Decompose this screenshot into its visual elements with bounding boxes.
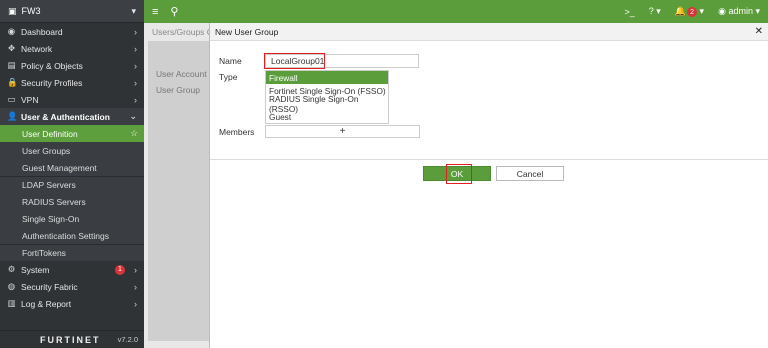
chevron-down-icon[interactable]: ▾ bbox=[131, 6, 136, 17]
sidebar: ▣ FW3 ▾ ◉ Dashboard › ✥ Network › ▤ Policy … bbox=[0, 0, 144, 348]
type-label: Type bbox=[219, 72, 238, 82]
notifications-button[interactable]: 🔔 2 ▾ bbox=[675, 6, 704, 18]
help-icon[interactable]: ? ▾ bbox=[649, 6, 661, 17]
sidebar-item-policy-objects[interactable]: ▤ Policy & Objects › bbox=[0, 57, 144, 74]
chevron-right-icon: › bbox=[134, 264, 137, 275]
chevron-right-icon: › bbox=[134, 94, 137, 105]
sidebar-item-guest-management[interactable]: Guest Management bbox=[0, 159, 144, 176]
notification-badge: 1 bbox=[115, 264, 125, 275]
sidebar-item-label: User Groups bbox=[22, 145, 71, 156]
user-menu[interactable]: ◉ admin ▾ bbox=[718, 6, 760, 17]
sidebar-item-system[interactable]: ⚙ System 1 › bbox=[0, 261, 144, 278]
background-label: User Account bbox=[156, 69, 207, 79]
dialog-title: New User Group bbox=[215, 26, 279, 37]
sidebar-item-log-report[interactable]: ▥ Log & Report › bbox=[0, 295, 144, 312]
sidebar-item-label: Dashboard bbox=[21, 26, 63, 37]
log-report-icon: ▥ bbox=[7, 298, 16, 308]
star-icon[interactable]: ☆ bbox=[130, 128, 138, 139]
sidebar-item-authentication-settings[interactable]: Authentication Settings bbox=[0, 227, 144, 244]
fortinet-logo: FURTINET bbox=[40, 334, 101, 345]
device-name: FW3 bbox=[21, 6, 41, 16]
sidebar-section-user-auth[interactable]: 👤 User & Authentication ⌄ bbox=[0, 108, 144, 125]
background-label: User Group bbox=[156, 85, 200, 95]
sidebar-item-label: FortiTokens bbox=[22, 248, 66, 258]
sidebar-item-label: VPN bbox=[21, 94, 39, 105]
sidebar-item-radius-servers[interactable]: RADIUS Servers bbox=[0, 193, 144, 210]
device-icon: ▣ bbox=[8, 5, 17, 16]
security-fabric-icon: ◍ bbox=[7, 281, 16, 291]
sidebar-item-label: Log & Report bbox=[21, 298, 72, 309]
security-profiles-icon: 🔒 bbox=[7, 77, 18, 87]
sidebar-item-label: Single Sign-On bbox=[22, 213, 80, 224]
user-icon: 👤 bbox=[7, 111, 18, 121]
sidebar-item-user-definition[interactable]: User Definition ☆ bbox=[0, 125, 144, 142]
type-option-rsso[interactable]: RADIUS Single Sign-On (RSSO) bbox=[266, 94, 388, 114]
chevron-right-icon: › bbox=[134, 43, 137, 54]
sidebar-item-dashboard[interactable]: ◉ Dashboard › bbox=[0, 23, 144, 40]
members-add-button[interactable]: + bbox=[265, 125, 420, 138]
menu-icon[interactable]: ≡ bbox=[152, 6, 158, 18]
sidebar-item-ldap-servers[interactable]: LDAP Servers bbox=[0, 176, 144, 193]
sidebar-section-label: User & Authentication bbox=[21, 111, 110, 122]
bell-icon: 🔔 bbox=[674, 5, 687, 16]
new-user-group-dialog: New User Group ✕ Name LocalGroup01 Type … bbox=[209, 23, 768, 348]
close-icon[interactable]: ✕ bbox=[755, 26, 763, 37]
members-label: Members bbox=[219, 127, 255, 137]
user-circle-icon: ◉ bbox=[718, 6, 726, 16]
vpn-icon: ▭ bbox=[7, 94, 16, 104]
alerts-badge: 2 bbox=[687, 7, 698, 18]
sidebar-item-label: User Definition bbox=[22, 128, 78, 139]
ok-highlight-box bbox=[446, 164, 472, 184]
chevron-right-icon: › bbox=[134, 298, 137, 309]
chevron-right-icon: › bbox=[134, 60, 137, 71]
chevron-down-icon: ⌄ bbox=[129, 111, 137, 121]
dashboard-icon: ◉ bbox=[7, 26, 16, 36]
type-options-list: Firewall Fortinet Single Sign-On (FSSO) … bbox=[265, 70, 389, 124]
sidebar-item-user-groups[interactable]: User Groups bbox=[0, 142, 144, 159]
search-icon[interactable]: ⚲ bbox=[170, 5, 178, 18]
username: admin bbox=[728, 6, 753, 16]
sidebar-item-label: Policy & Objects bbox=[21, 60, 83, 71]
top-bar: ≡ ⚲ >_ ? ▾ 🔔 2 ▾ ◉ admin ▾ bbox=[144, 0, 768, 23]
sidebar-item-network[interactable]: ✥ Network › bbox=[0, 40, 144, 57]
type-option-firewall[interactable]: Firewall bbox=[266, 71, 388, 84]
version-label: v7.2.0 bbox=[117, 335, 138, 344]
sidebar-item-security-profiles[interactable]: 🔒 Security Profiles › bbox=[0, 74, 144, 91]
gear-icon: ⚙ bbox=[7, 264, 16, 274]
dialog-header: New User Group ✕ bbox=[210, 23, 768, 41]
sidebar-item-vpn[interactable]: ▭ VPN › bbox=[0, 91, 144, 108]
chevron-right-icon: › bbox=[134, 281, 137, 292]
policy-icon: ▤ bbox=[7, 60, 16, 70]
sidebar-item-label: Security Profiles bbox=[21, 77, 83, 88]
sidebar-item-label: Security Fabric bbox=[21, 281, 78, 292]
name-highlight-box bbox=[264, 53, 325, 69]
sidebar-item-single-sign-on[interactable]: Single Sign-On bbox=[0, 210, 144, 227]
sidebar-header[interactable]: ▣ FW3 ▾ bbox=[0, 0, 144, 23]
name-label: Name bbox=[219, 56, 242, 66]
sidebar-item-label: Network bbox=[21, 43, 53, 54]
cancel-button[interactable]: Cancel bbox=[496, 166, 564, 181]
sidebar-item-label: Guest Management bbox=[22, 162, 97, 173]
cli-console-icon[interactable]: >_ bbox=[625, 7, 635, 17]
breadcrumb: Users/Groups C bbox=[152, 27, 213, 37]
sidebar-item-fortitokens[interactable]: FortiTokens bbox=[0, 244, 144, 261]
chevron-right-icon: › bbox=[134, 77, 137, 88]
dialog-divider bbox=[210, 159, 768, 160]
sidebar-item-label: LDAP Servers bbox=[22, 180, 76, 190]
sidebar-item-security-fabric[interactable]: ◍ Security Fabric › bbox=[0, 278, 144, 295]
sidebar-item-label: System bbox=[21, 264, 50, 275]
sidebar-item-label: RADIUS Servers bbox=[22, 196, 86, 207]
network-icon: ✥ bbox=[7, 43, 16, 53]
chevron-right-icon: › bbox=[134, 26, 137, 37]
sidebar-footer: FURTINET v7.2.0 bbox=[0, 330, 144, 348]
sidebar-item-label: Authentication Settings bbox=[22, 230, 109, 241]
